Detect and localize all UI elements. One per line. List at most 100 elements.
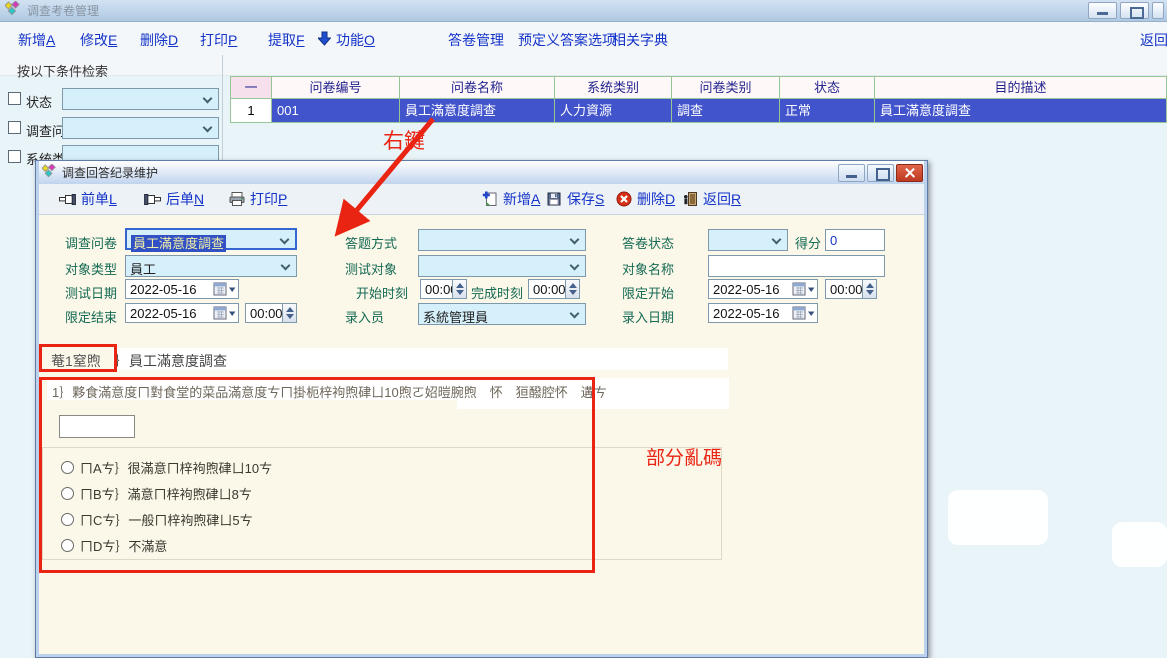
status-checkbox[interactable] <box>8 92 21 105</box>
prev-record-button[interactable]: 前单L <box>59 189 117 209</box>
limit-start-date-picker[interactable]: 2022-05-16 <box>708 279 818 299</box>
filter-panel-title: 按以下条件检索 <box>17 61 108 80</box>
down-arrow-icon <box>318 31 331 49</box>
toolbar-edit[interactable]: 修改E <box>80 30 117 50</box>
dialog-toolbar: 前单L 后单N 打印P 新增A 保存S 删除D 返回R <box>39 184 924 215</box>
add-button[interactable]: 新增A <box>482 189 540 209</box>
chevron-down-icon <box>203 123 213 133</box>
toolbar-preset-options[interactable]: 预定义答案选项 <box>518 30 616 50</box>
spinner-arrows-icon[interactable] <box>452 280 466 298</box>
dialog-minimize-button[interactable] <box>838 164 865 182</box>
column-header: 系统类别 <box>555 76 672 99</box>
print-button[interactable]: 打印P <box>229 189 287 209</box>
main-titlebar: 调查考卷管理 <box>0 0 1167 22</box>
column-header: 问卷名称 <box>400 76 555 99</box>
maximize-button[interactable] <box>1120 2 1149 19</box>
finish-time-label: 完成时刻 <box>471 283 523 302</box>
category-checkbox[interactable] <box>8 150 21 163</box>
close-button-partial[interactable] <box>1152 2 1164 19</box>
toolbar-answer-mgmt[interactable]: 答卷管理 <box>448 30 504 50</box>
spinner-arrows-icon[interactable] <box>282 304 296 322</box>
window-title: 调查考卷管理 <box>27 2 99 19</box>
table-cell-purpose[interactable]: 員工滿意度調查 <box>875 99 1167 123</box>
dialog-icon <box>42 164 57 182</box>
section-title-text: ｝員工滿意度調查 <box>115 351 227 371</box>
object-type-label: 对象类型 <box>65 259 117 278</box>
dialog-content: 调查问卷 員工滿意度調查 答题方式 答卷状态 得分 0 对象类型 員工 测试对象… <box>39 215 924 654</box>
limit-start-label: 限定开始 <box>622 283 674 302</box>
annotation-box-section <box>39 344 117 372</box>
score-label: 得分 <box>795 233 821 252</box>
test-object-label: 测试对象 <box>345 259 397 278</box>
toolbar-function[interactable]: 功能O <box>336 30 375 50</box>
table-cell-status[interactable]: 正常 <box>780 99 875 123</box>
status-filter-label: 状态 <box>26 92 52 111</box>
column-header: 问卷类别 <box>672 76 780 99</box>
recorder-combobox[interactable]: 系統管理員 <box>418 303 586 325</box>
exit-icon <box>682 191 698 207</box>
floppy-icon <box>546 191 562 207</box>
record-date-picker[interactable]: 2022-05-16 <box>708 303 818 323</box>
survey-filter-dropdown[interactable] <box>62 117 219 139</box>
minimize-button[interactable] <box>1088 2 1117 19</box>
test-object-combobox[interactable] <box>418 255 586 277</box>
column-header: 一 <box>230 76 272 99</box>
delete-icon <box>616 191 632 207</box>
annotation-right-click-text: 右鍵 <box>383 125 425 155</box>
spinner-arrows-icon[interactable] <box>565 280 579 298</box>
toolbar-delete[interactable]: 删除D <box>140 30 178 50</box>
finish-time-spinner[interactable]: 00:00 <box>528 279 580 299</box>
record-date-label: 录入日期 <box>622 307 674 326</box>
dialog-close-button[interactable] <box>896 164 923 182</box>
test-date-label: 测试日期 <box>65 283 117 302</box>
survey-label: 调查问卷 <box>65 233 117 252</box>
toolbar-return[interactable]: 返回 <box>1140 30 1167 50</box>
return-button[interactable]: 返回R <box>682 189 741 209</box>
dialog-maximize-button[interactable] <box>867 164 894 182</box>
toolbar-print[interactable]: 打印P <box>200 30 237 50</box>
chevron-down-icon <box>570 235 580 245</box>
dialog-title: 调查回答纪录维护 <box>62 164 158 181</box>
toolbar-dictionary[interactable]: 相关字典 <box>612 30 668 50</box>
toolbar-extract[interactable]: 提取F <box>268 30 305 50</box>
annotation-garbled-text: 部分亂碼 <box>646 443 722 470</box>
calendar-icon <box>213 282 236 297</box>
chevron-down-icon <box>203 94 213 104</box>
limit-end-label: 限定结束 <box>65 307 117 326</box>
recorder-label: 录入员 <box>345 307 384 326</box>
spinner-arrows-icon[interactable] <box>862 280 876 298</box>
table-row-number[interactable]: 1 <box>230 99 272 123</box>
save-button[interactable]: 保存S <box>546 189 604 209</box>
chevron-down-icon <box>772 235 782 245</box>
object-name-field[interactable] <box>708 255 885 277</box>
column-header: 状态 <box>780 76 875 99</box>
test-date-picker[interactable]: 2022-05-16 <box>125 279 239 299</box>
annotation-box-question <box>39 377 595 573</box>
limit-end-time-spinner[interactable]: 00:00 <box>245 303 297 323</box>
next-record-button[interactable]: 后单N <box>144 189 204 209</box>
limit-end-date-picker[interactable]: 2022-05-16 <box>125 303 239 323</box>
calendar-icon <box>792 282 815 297</box>
table-cell-type[interactable]: 調查 <box>672 99 780 123</box>
column-header: 问卷编号 <box>272 76 400 99</box>
delete-button[interactable]: 删除D <box>616 189 675 209</box>
start-time-spinner[interactable]: 00:00 <box>420 279 467 299</box>
calendar-icon <box>213 306 236 321</box>
status-filter-dropdown[interactable] <box>62 88 219 110</box>
background-artifact <box>1112 522 1167 567</box>
sheet-status-label: 答卷状态 <box>622 233 674 252</box>
sheet-status-combobox[interactable] <box>708 229 788 251</box>
new-doc-icon <box>482 191 498 207</box>
object-type-combobox[interactable]: 員工 <box>125 255 297 277</box>
table-cell-system[interactable]: 人力資源 <box>555 99 672 123</box>
background-artifact <box>948 490 1048 545</box>
score-field[interactable]: 0 <box>825 229 885 251</box>
chevron-down-icon <box>570 261 580 271</box>
survey-answer-dialog: 调查回答纪录维护 前单L 后单N 打印P 新增A 保存S <box>35 160 928 658</box>
survey-combobox[interactable]: 員工滿意度調查 <box>125 228 297 250</box>
limit-start-time-spinner[interactable]: 00:00 <box>825 279 877 299</box>
toolbar-add[interactable]: 新增A <box>18 30 55 50</box>
column-header: 目的描述 <box>875 76 1167 99</box>
dialog-titlebar: 调查回答纪录维护 <box>39 161 924 184</box>
survey-checkbox[interactable] <box>8 121 21 134</box>
